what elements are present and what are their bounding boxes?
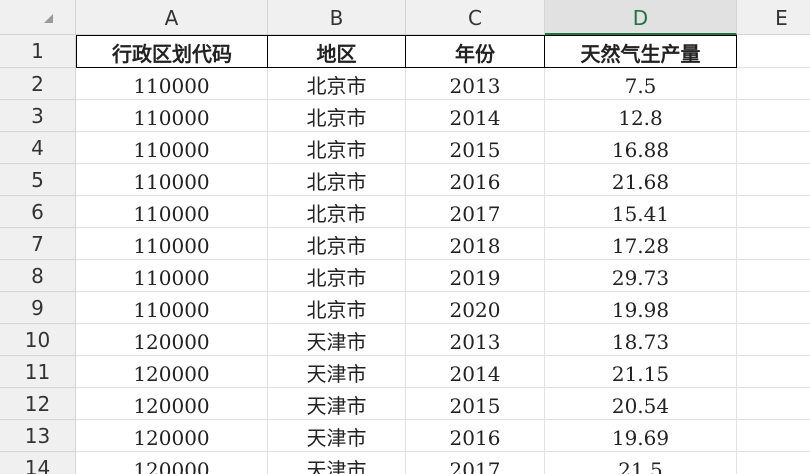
cell-a5[interactable]: 110000 (76, 164, 268, 196)
cell-c6[interactable]: 2017 (406, 196, 545, 228)
cell-c5[interactable]: 2016 (406, 164, 545, 196)
row-header-2[interactable]: 2 (0, 68, 76, 100)
cell-b13[interactable]: 天津市 (268, 420, 406, 452)
column-header-c[interactable]: C (406, 0, 545, 35)
column-header-b[interactable]: B (268, 0, 406, 35)
cell-b2[interactable]: 北京市 (268, 68, 406, 100)
cell-e4[interactable] (737, 132, 810, 164)
cell-c4[interactable]: 2015 (406, 132, 545, 164)
cell-b11[interactable]: 天津市 (268, 356, 406, 388)
select-all-corner[interactable] (0, 0, 76, 35)
cell-e6[interactable] (737, 196, 810, 228)
cell-e11[interactable] (737, 356, 810, 388)
cell-d1[interactable]: 天然气生产量 (545, 35, 737, 68)
cell-d7[interactable]: 17.28 (545, 228, 737, 260)
cell-e12[interactable] (737, 388, 810, 420)
cell-b5[interactable]: 北京市 (268, 164, 406, 196)
cell-d14[interactable]: 21.5 (545, 452, 737, 474)
cell-b9[interactable]: 北京市 (268, 292, 406, 324)
cell-b3[interactable]: 北京市 (268, 100, 406, 132)
cell-e9[interactable] (737, 292, 810, 324)
cell-d2[interactable]: 7.5 (545, 68, 737, 100)
cell-a7[interactable]: 110000 (76, 228, 268, 260)
cell-a12[interactable]: 120000 (76, 388, 268, 420)
cell-d11[interactable]: 21.15 (545, 356, 737, 388)
row-header-3[interactable]: 3 (0, 100, 76, 132)
cell-d4[interactable]: 16.88 (545, 132, 737, 164)
column-header-a[interactable]: A (76, 0, 268, 35)
cell-a10[interactable]: 120000 (76, 324, 268, 356)
cell-c9[interactable]: 2020 (406, 292, 545, 324)
cell-a6[interactable]: 110000 (76, 196, 268, 228)
row-header-11[interactable]: 11 (0, 356, 76, 388)
cell-c12[interactable]: 2015 (406, 388, 545, 420)
cell-b14[interactable]: 天津市 (268, 452, 406, 474)
row-header-5[interactable]: 5 (0, 164, 76, 196)
spreadsheet-grid: ABCDE 1 行政区划代码 地区 年份 天然气生产量 2 110000 北京市 2013 7.5… (0, 0, 810, 474)
cell-d10[interactable]: 18.73 (545, 324, 737, 356)
cell-d13[interactable]: 19.69 (545, 420, 737, 452)
row-header-6[interactable]: 6 (0, 196, 76, 228)
cell-c7[interactable]: 2018 (406, 228, 545, 260)
row-header-14[interactable]: 14 (0, 452, 76, 474)
row-header-8[interactable]: 8 (0, 260, 76, 292)
cell-a2[interactable]: 110000 (76, 68, 268, 100)
cell-b12[interactable]: 天津市 (268, 388, 406, 420)
row-header-13[interactable]: 13 (0, 420, 76, 452)
cell-c1[interactable]: 年份 (406, 35, 545, 68)
cell-e7[interactable] (737, 228, 810, 260)
cell-c14[interactable]: 2017 (406, 452, 545, 474)
cell-e3[interactable] (737, 100, 810, 132)
cell-b10[interactable]: 天津市 (268, 324, 406, 356)
row-header-9[interactable]: 9 (0, 292, 76, 324)
row-header-1[interactable]: 1 (0, 35, 76, 68)
cell-e10[interactable] (737, 324, 810, 356)
cell-c10[interactable]: 2013 (406, 324, 545, 356)
cell-c13[interactable]: 2016 (406, 420, 545, 452)
row-header-10[interactable]: 10 (0, 324, 76, 356)
row-header-12[interactable]: 12 (0, 388, 76, 420)
cell-e2[interactable] (737, 68, 810, 100)
cell-d8[interactable]: 29.73 (545, 260, 737, 292)
cell-a3[interactable]: 110000 (76, 100, 268, 132)
cell-c8[interactable]: 2019 (406, 260, 545, 292)
column-header-e[interactable]: E (737, 0, 810, 35)
column-header-d[interactable]: D (545, 0, 737, 35)
cell-b4[interactable]: 北京市 (268, 132, 406, 164)
cell-d3[interactable]: 12.8 (545, 100, 737, 132)
row-header-7[interactable]: 7 (0, 228, 76, 260)
cell-d9[interactable]: 19.98 (545, 292, 737, 324)
cell-c3[interactable]: 2014 (406, 100, 545, 132)
cell-d6[interactable]: 15.41 (545, 196, 737, 228)
cell-d12[interactable]: 20.54 (545, 388, 737, 420)
cell-b6[interactable]: 北京市 (268, 196, 406, 228)
cell-d5[interactable]: 21.68 (545, 164, 737, 196)
cell-a13[interactable]: 120000 (76, 420, 268, 452)
select-all-triangle-icon (44, 14, 53, 23)
cell-c11[interactable]: 2014 (406, 356, 545, 388)
cell-e1[interactable] (737, 35, 810, 68)
cell-a11[interactable]: 120000 (76, 356, 268, 388)
cell-b1[interactable]: 地区 (268, 35, 406, 68)
cell-e13[interactable] (737, 420, 810, 452)
cell-b8[interactable]: 北京市 (268, 260, 406, 292)
cell-e5[interactable] (737, 164, 810, 196)
cell-a4[interactable]: 110000 (76, 132, 268, 164)
cell-a9[interactable]: 110000 (76, 292, 268, 324)
cell-a1[interactable]: 行政区划代码 (76, 35, 268, 68)
cell-a14[interactable]: 120000 (76, 452, 268, 474)
cell-c2[interactable]: 2013 (406, 68, 545, 100)
cell-e8[interactable] (737, 260, 810, 292)
row-header-4[interactable]: 4 (0, 132, 76, 164)
cell-a8[interactable]: 110000 (76, 260, 268, 292)
cell-b7[interactable]: 北京市 (268, 228, 406, 260)
cell-e14[interactable] (737, 452, 810, 474)
